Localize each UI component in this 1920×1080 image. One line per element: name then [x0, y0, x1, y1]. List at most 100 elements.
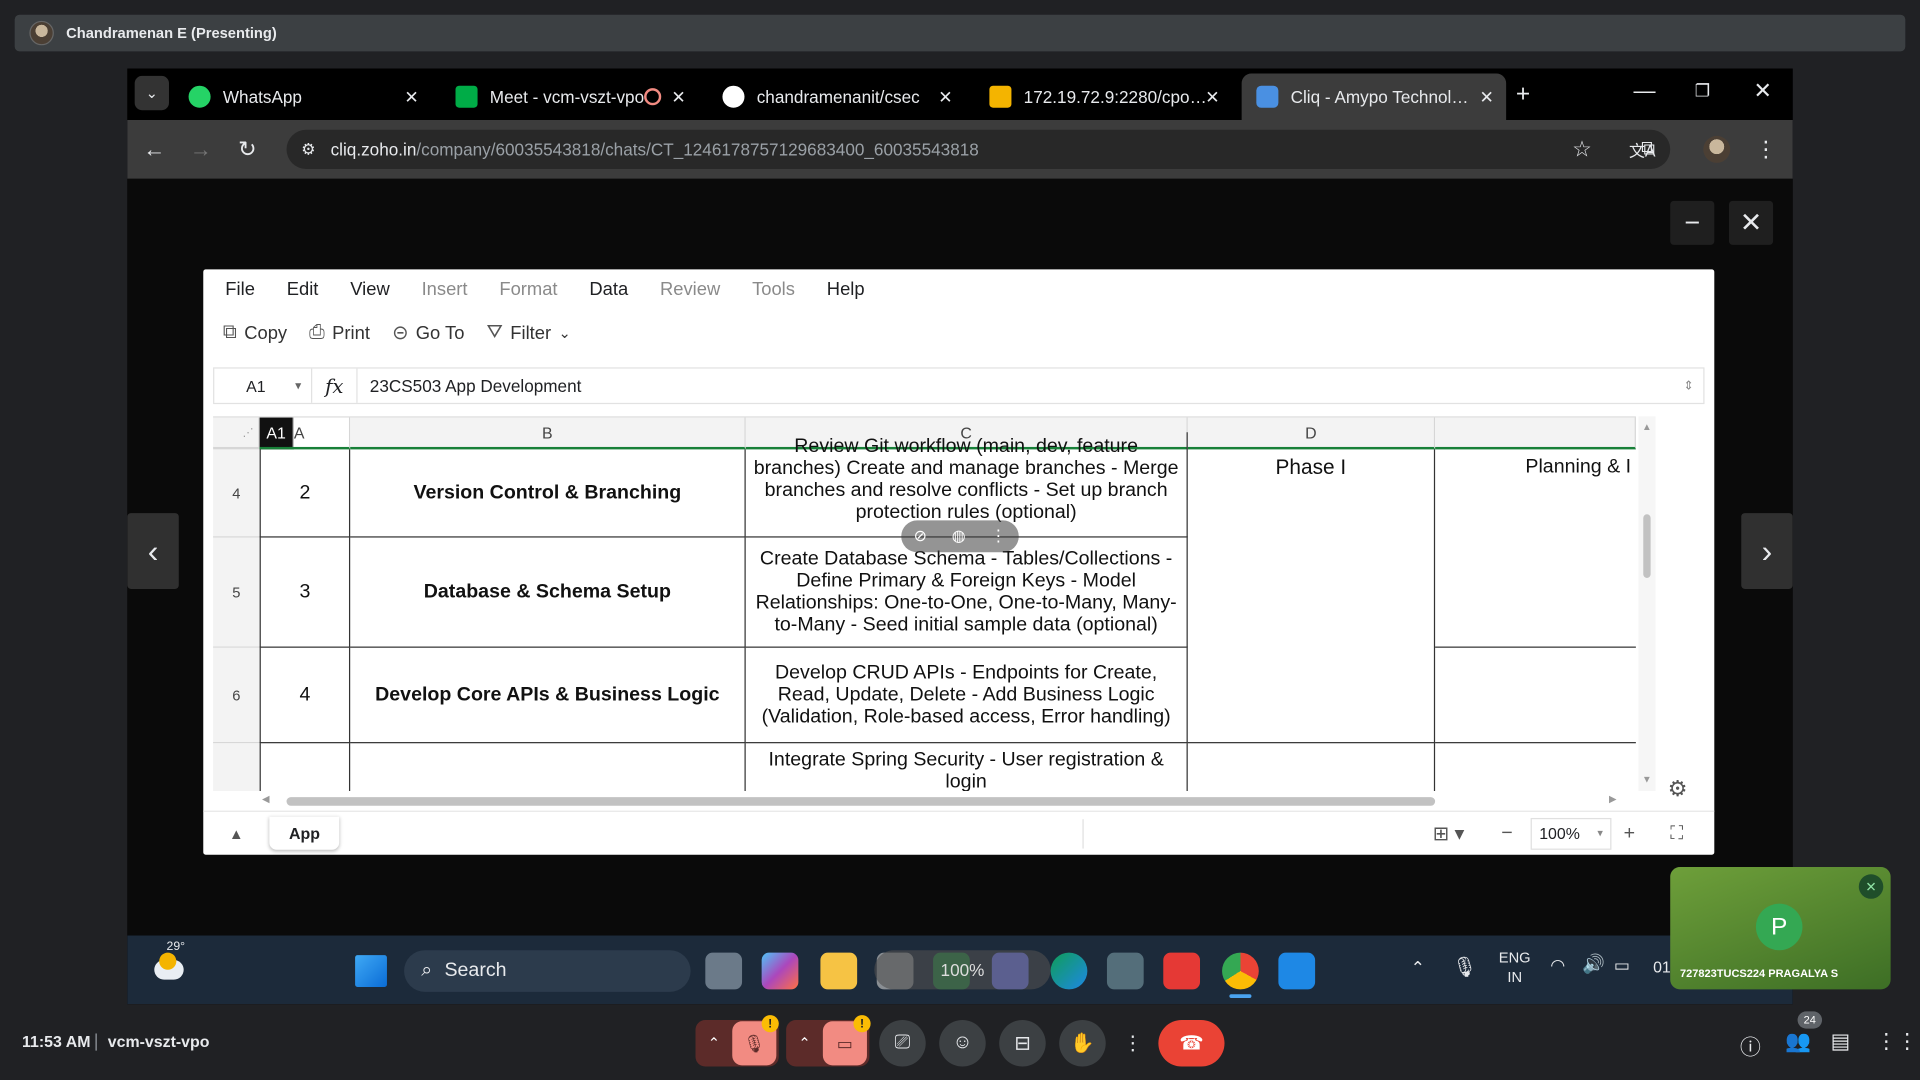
zoom-in-button[interactable]: +: [1624, 822, 1635, 844]
fullscreen-icon[interactable]: ⛶: [1670, 823, 1683, 844]
wifi-icon[interactable]: ◠: [1550, 955, 1565, 976]
close-tab-icon[interactable]: ✕: [671, 86, 685, 107]
meeting-details-icon[interactable]: ⓘ: [1740, 1030, 1761, 1061]
language-indicator[interactable]: ENG IN: [1496, 948, 1533, 987]
name-box[interactable]: A1 ▾: [214, 368, 313, 403]
table-cell[interactable]: [1435, 648, 1636, 744]
copilot-icon[interactable]: [761, 952, 799, 990]
menu-file[interactable]: File: [225, 279, 255, 300]
table-cell[interactable]: [350, 743, 746, 792]
row-header[interactable]: [213, 743, 260, 792]
table-cell[interactable]: Create Database Schema - Tables/Collecti…: [745, 537, 1188, 648]
bookmark-star-icon[interactable]: ☆: [1567, 135, 1596, 164]
media-player-icon[interactable]: [1106, 952, 1144, 990]
viewer-minimize-button[interactable]: −: [1670, 200, 1715, 245]
file-explorer-icon[interactable]: [820, 952, 858, 990]
filter-button[interactable]: ⛛ Filter ⌄: [486, 322, 570, 344]
view-layout-icon[interactable]: ⊞ ▾: [1433, 821, 1465, 845]
column-header-d[interactable]: D: [1187, 417, 1436, 450]
column-header-e[interactable]: [1435, 417, 1636, 450]
taskbar-clock[interactable]: 01: [1653, 958, 1671, 976]
table-cell[interactable]: Planning & I: [1435, 449, 1636, 648]
present-screen-button[interactable]: ⎚: [879, 1020, 926, 1067]
tab-meet[interactable]: Meet - vcm-vszt-vpo ✕: [441, 73, 698, 120]
volume-icon[interactable]: 🔊: [1582, 953, 1605, 975]
url-field[interactable]: ⚙ cliq.zoho.in/company/60035543818/chats…: [286, 129, 1671, 169]
zoom-out-button[interactable]: −: [1501, 822, 1512, 844]
menu-help[interactable]: Help: [827, 279, 865, 300]
sheet-tab-app[interactable]: App: [269, 817, 339, 850]
settings-gear-icon[interactable]: ⚙: [1668, 776, 1688, 802]
more-options-icon[interactable]: ⋮: [990, 527, 1006, 547]
scroll-thumb[interactable]: [286, 797, 1436, 806]
table-cell[interactable]: Database & Schema Setup: [350, 537, 746, 648]
table-cell[interactable]: 4: [259, 647, 351, 744]
print-button[interactable]: ⎙ Print: [309, 322, 370, 344]
leave-call-button[interactable]: ☎: [1158, 1020, 1225, 1067]
taskbar-search[interactable]: ⌕ Search: [404, 950, 691, 992]
column-header-b[interactable]: B: [350, 417, 746, 450]
scroll-thumb[interactable]: [1643, 514, 1651, 578]
table-cell[interactable]: 3: [259, 537, 351, 648]
table-cell[interactable]: [259, 743, 351, 792]
browser-menu-icon[interactable]: ⋮: [1751, 135, 1780, 164]
back-icon[interactable]: ←: [140, 135, 169, 164]
people-icon[interactable]: 👥: [1785, 1030, 1811, 1054]
mute-icon[interactable]: ◍: [952, 527, 966, 547]
table-cell[interactable]: [1188, 743, 1436, 792]
close-tab-icon[interactable]: ✕: [1480, 86, 1494, 107]
camera-icon[interactable]: [991, 952, 1029, 990]
forward-icon[interactable]: →: [186, 135, 215, 164]
horizontal-scrollbar[interactable]: ◀ ▶: [262, 793, 1624, 808]
next-file-button[interactable]: ›: [1741, 513, 1793, 589]
restore-window-button[interactable]: ❐: [1695, 81, 1710, 102]
table-cell-merged[interactable]: Phase I: [1187, 449, 1436, 744]
tab-cliq[interactable]: Cliq - Amypo Technologie ✕: [1241, 73, 1507, 121]
reload-icon[interactable]: ↻: [233, 135, 262, 164]
task-view-icon[interactable]: [705, 952, 743, 990]
table-cell[interactable]: Develop Core APIs & Business Logic: [350, 647, 746, 744]
viewer-close-button[interactable]: ✕: [1728, 200, 1774, 245]
table-cell[interactable]: Integrate Spring Security - User registr…: [746, 743, 1188, 792]
close-window-button[interactable]: ✕: [1753, 78, 1771, 104]
column-header-a[interactable]: A: [288, 417, 351, 450]
row-header[interactable]: 5: [213, 537, 260, 648]
table-cell[interactable]: Develop CRUD APIs - Endpoints for Create…: [745, 647, 1188, 744]
activities-icon[interactable]: ⋮⋮: [1876, 1030, 1918, 1054]
select-all-corner[interactable]: ⋰: [213, 417, 260, 450]
more-options-button[interactable]: ⋮: [1109, 1020, 1156, 1067]
wps-office-icon[interactable]: [1163, 952, 1201, 990]
emoji-reactions-button[interactable]: ☺: [939, 1020, 986, 1067]
microphone-icon[interactable]: 🎙: [1452, 955, 1477, 979]
minimize-window-button[interactable]: —: [1633, 78, 1655, 104]
table-cell[interactable]: 2: [259, 449, 351, 538]
tab-cportal[interactable]: 172.19.72.9:2280/cportal/ ✕: [975, 73, 1232, 120]
participant-tile[interactable]: ✕ P 727823TUCS224 PRAGALYA S: [1670, 866, 1891, 990]
close-tab-icon[interactable]: ✕: [938, 86, 952, 107]
tray-overflow-icon[interactable]: ⌃: [1411, 958, 1425, 979]
copy-button[interactable]: ⧉ Copy: [223, 322, 287, 344]
cell-comment-toolbar[interactable]: ⊘ ◍ ⋮: [901, 520, 1019, 553]
edge-icon[interactable]: [1050, 952, 1088, 990]
profile-avatar[interactable]: [1702, 135, 1731, 164]
close-tab-icon[interactable]: ✕: [404, 86, 418, 107]
formula-expand-icon[interactable]: ⇕: [1674, 379, 1703, 392]
chat-icon[interactable]: ▤: [1831, 1030, 1851, 1054]
tab-github[interactable]: chandramenanit/csec ✕: [708, 73, 965, 120]
row-header[interactable]: 4: [213, 449, 260, 538]
goto-button[interactable]: ⊝ Go To: [392, 321, 464, 345]
previous-file-button[interactable]: ‹: [127, 513, 179, 589]
menu-view[interactable]: View: [350, 279, 389, 300]
table-cell[interactable]: [1435, 743, 1636, 791]
close-tab-icon[interactable]: ✕: [1205, 86, 1219, 107]
chrome-icon[interactable]: [1222, 952, 1259, 990]
captions-button[interactable]: ⊟: [999, 1020, 1046, 1067]
menu-data[interactable]: Data: [589, 279, 628, 300]
extensions-icon[interactable]: ⧉: [1633, 135, 1662, 164]
menu-edit[interactable]: Edit: [287, 279, 319, 300]
zoom-level-select[interactable]: 100% ▾: [1530, 817, 1612, 850]
table-cell[interactable]: Version Control & Branching: [350, 449, 746, 538]
windows-start-icon[interactable]: [355, 955, 387, 987]
sheet-list-toggle-icon[interactable]: ▲: [203, 825, 269, 842]
new-tab-button[interactable]: +: [1516, 81, 1530, 109]
